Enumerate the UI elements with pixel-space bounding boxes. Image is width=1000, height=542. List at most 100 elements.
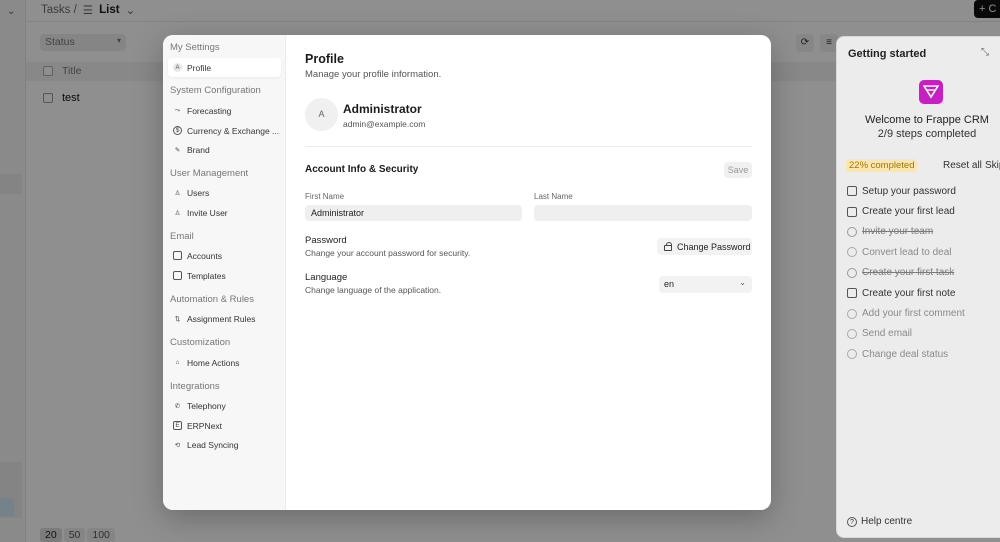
progress-badge: 22% completed — [846, 159, 918, 172]
password-description: Change your account password for securit… — [305, 248, 471, 258]
section-system-configuration: System Configuration — [170, 85, 261, 96]
skip-button[interactable]: Skip — [985, 160, 1000, 171]
divider — [305, 146, 752, 147]
circle-icon — [847, 247, 857, 258]
sidebar-item-invite-user[interactable]: ♙ Invite User — [168, 203, 281, 222]
template-icon — [173, 271, 182, 280]
settings-sidebar: My Settings A Profile System Configuratio… — [163, 35, 286, 510]
password-title: Password — [305, 235, 347, 246]
sidebar-item-label: Invite User — [187, 207, 228, 218]
sidebar-item-telephony[interactable]: ✆ Telephony — [168, 396, 281, 415]
last-name-field[interactable] — [534, 205, 752, 221]
send-icon — [847, 328, 857, 339]
sidebar-item-label: Users — [187, 187, 210, 198]
account-section-title: Account Info & Security — [305, 164, 419, 175]
profile-panel: Profile Manage your profile information.… — [286, 35, 771, 510]
step-label: Change deal status — [862, 348, 949, 360]
step-label: Add your first comment — [862, 308, 965, 320]
step-label: Create your first task — [862, 267, 955, 279]
user-icon: ♙ — [174, 189, 181, 197]
help-label: Help centre — [861, 516, 913, 527]
getting-started-panel: Getting started ⤡ Welcome to Frappe CRM … — [836, 36, 1000, 538]
language-description: Change language of the application. — [305, 285, 442, 295]
step-label: Send email — [862, 328, 913, 340]
status-icon — [847, 349, 857, 360]
change-password-button[interactable]: Change Password — [657, 238, 752, 255]
language-title: Language — [305, 272, 348, 283]
avatar[interactable]: A — [305, 98, 338, 131]
chevron-down-icon: ⌄ — [739, 278, 746, 287]
steps-count: 2/9 steps completed — [877, 128, 977, 140]
sidebar-item-label: Brand — [187, 144, 210, 155]
step-create-note[interactable]: Create your first note — [847, 283, 965, 303]
section-integrations: Integrations — [170, 381, 220, 392]
steps-list: Setup your password Create your first le… — [847, 181, 965, 365]
sidebar-item-label: Assignment Rules — [187, 313, 256, 324]
step-create-lead[interactable]: Create your first lead — [847, 201, 965, 221]
erpnext-icon: E — [173, 421, 182, 430]
sidebar-item-lead-syncing[interactable]: ⟲ Lead Syncing — [168, 435, 281, 454]
last-name-label: Last Name — [534, 192, 573, 201]
check-circle-icon — [847, 226, 857, 237]
sidebar-item-templates[interactable]: Templates — [168, 266, 281, 285]
home-icon: ⌂ — [175, 359, 180, 366]
step-label: Invite your team — [862, 226, 934, 238]
change-password-label: Change Password — [677, 241, 751, 252]
sidebar-item-label: Profile — [187, 62, 212, 73]
step-add-comment[interactable]: Add your first comment — [847, 303, 965, 323]
forecast-icon: ⤳ — [174, 106, 181, 114]
section-automation-rules: Automation & Rules — [170, 294, 254, 305]
sidebar-item-forecasting[interactable]: ⤳ Forecasting — [168, 101, 281, 120]
phone-icon: ✆ — [174, 402, 181, 410]
sidebar-item-label: Forecasting — [187, 105, 232, 116]
sidebar-item-users[interactable]: ♙ Users — [168, 183, 281, 202]
step-convert-lead[interactable]: Convert lead to deal — [847, 242, 965, 262]
currency-icon: $ — [173, 126, 182, 135]
step-label: Setup your password — [862, 185, 956, 197]
first-name-label: First Name — [305, 192, 345, 201]
sidebar-item-label: Lead Syncing — [187, 439, 239, 450]
sidebar-item-brand[interactable]: ✎ Brand — [168, 140, 281, 159]
sidebar-item-label: Home Actions — [187, 357, 240, 368]
sidebar-item-label: Currency & Exchange ... — [187, 125, 280, 136]
sidebar-item-profile[interactable]: A Profile — [168, 58, 281, 77]
step-create-task[interactable]: Create your first task — [847, 263, 965, 283]
minimize-icon[interactable]: ⤡ — [981, 47, 989, 58]
sidebar-item-accounts[interactable]: Accounts — [168, 246, 281, 265]
sidebar-item-home-actions[interactable]: ⌂ Home Actions — [168, 353, 281, 372]
sidebar-item-currency[interactable]: $ Currency & Exchange ... — [168, 121, 281, 140]
sidebar-item-label: Templates — [187, 270, 226, 281]
sidebar-item-label: ERPNext — [187, 420, 222, 431]
sidebar-item-assignment-rules[interactable]: ⇅ Assignment Rules — [168, 309, 281, 328]
assignment-icon: ⇅ — [174, 315, 181, 323]
reset-all-button[interactable]: Reset all — [943, 160, 982, 171]
help-centre-link[interactable]: ? Help centre — [847, 516, 912, 527]
save-button[interactable]: Save — [724, 162, 752, 178]
first-name-field[interactable]: Administrator — [305, 205, 522, 221]
step-invite-team[interactable]: Invite your team — [847, 222, 965, 242]
settings-modal: My Settings A Profile System Configuratio… — [163, 35, 771, 510]
sidebar-item-label: Accounts — [187, 250, 222, 261]
section-email: Email — [170, 231, 194, 242]
page-title: Profile — [305, 52, 344, 66]
mail-icon — [173, 251, 182, 260]
frappe-crm-logo — [919, 80, 943, 104]
lock-icon — [664, 241, 672, 251]
invite-user-icon: ♙ — [174, 209, 181, 217]
note-icon — [847, 288, 857, 299]
key-icon — [847, 186, 857, 197]
step-change-deal-status[interactable]: Change deal status — [847, 344, 965, 364]
step-setup-password[interactable]: Setup your password — [847, 181, 965, 201]
welcome-text: Welcome to Frappe CRM — [865, 114, 989, 126]
sidebar-item-erpnext[interactable]: E ERPNext — [168, 416, 281, 435]
avatar-icon: A — [173, 63, 182, 72]
language-value: en — [664, 279, 675, 289]
step-send-email[interactable]: Send email — [847, 324, 965, 344]
section-my-settings: My Settings — [170, 42, 220, 53]
sync-icon: ⟲ — [174, 441, 181, 449]
user-email: admin@example.com — [343, 119, 426, 129]
comment-icon — [847, 308, 857, 319]
section-user-management: User Management — [170, 168, 249, 179]
step-label: Create your first note — [862, 287, 956, 299]
language-select[interactable]: en ⌄ — [659, 276, 752, 293]
